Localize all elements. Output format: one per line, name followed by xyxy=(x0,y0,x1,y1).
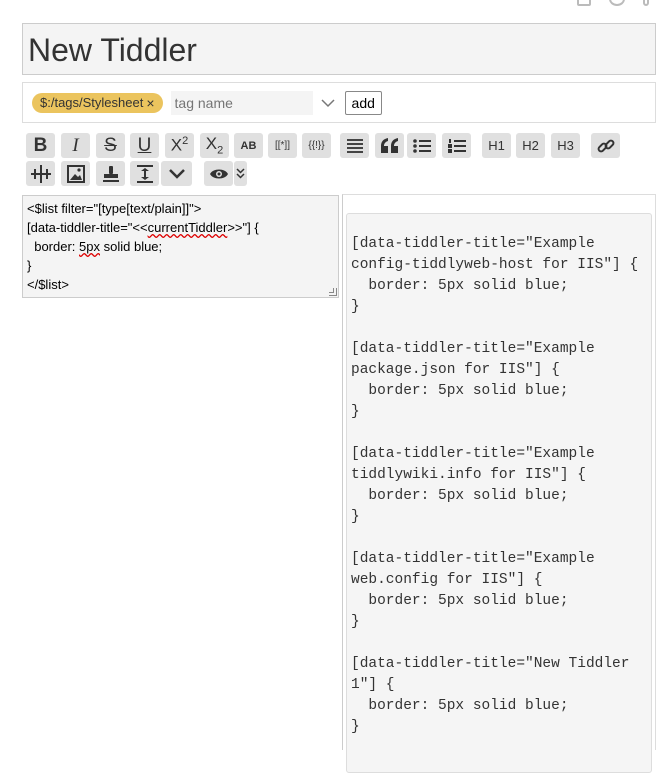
mono-block-icon xyxy=(30,164,51,183)
tag-remove-icon[interactable]: × xyxy=(146,95,154,111)
heading-3-button[interactable]: H3 xyxy=(551,133,580,158)
smallcaps-button[interactable]: AB xyxy=(234,133,263,158)
mono-block-button[interactable] xyxy=(26,161,55,186)
transclude-icon: [[*]] xyxy=(274,140,290,151)
heading-1-button[interactable]: H1 xyxy=(482,133,511,158)
numbered-list-icon xyxy=(447,138,466,153)
bold-button[interactable]: B xyxy=(26,133,55,158)
more-formatting-button[interactable] xyxy=(161,161,192,186)
eye-icon xyxy=(209,169,228,178)
strikethrough-icon: S xyxy=(104,134,117,156)
smallcaps-icon: AB xyxy=(240,139,257,152)
heading-2-icon: H2 xyxy=(522,138,539,153)
superscript-button[interactable]: X2 xyxy=(165,133,194,158)
quote-icon xyxy=(380,137,398,153)
bullet-list-button[interactable] xyxy=(407,133,436,158)
excise-icon xyxy=(346,138,363,153)
italic-icon: I xyxy=(72,134,79,156)
top-toolbar-icons xyxy=(577,0,649,6)
stamp-icon xyxy=(102,165,119,182)
picture-button[interactable] xyxy=(61,161,90,186)
text-editor[interactable]: <$list filter="[type[text/plain]]"> [dat… xyxy=(22,195,339,298)
macro-button[interactable]: {{!}} xyxy=(302,133,331,158)
preview-pane: [data-tiddler-title="Example config-tidd… xyxy=(342,194,656,773)
size-icon xyxy=(136,164,153,183)
spellcheck-word: 5px xyxy=(79,239,100,254)
subscript-icon: X2 xyxy=(205,134,224,157)
more-icon[interactable] xyxy=(643,0,649,6)
tag-dropdown-chevron-icon[interactable] xyxy=(317,95,339,111)
chevron-down-icon xyxy=(168,168,185,179)
spellcheck-word: currentTiddler xyxy=(147,220,228,235)
title-input[interactable]: New Tiddler xyxy=(22,23,656,75)
macro-icon: {{!}} xyxy=(308,140,325,151)
double-chevron-down-icon xyxy=(236,167,245,179)
quote-button[interactable] xyxy=(375,133,404,158)
tag-label: $:/tags/Stylesheet xyxy=(40,94,144,110)
bold-icon: B xyxy=(33,134,48,156)
stamp-button[interactable] xyxy=(96,161,125,186)
transclude-button[interactable]: [[*]] xyxy=(268,133,297,158)
link-icon xyxy=(597,139,614,152)
subscript-button[interactable]: X2 xyxy=(200,133,229,158)
underline-icon: U xyxy=(137,134,152,156)
italic-button[interactable]: I xyxy=(61,133,90,158)
info-icon[interactable] xyxy=(577,0,591,6)
editor-toolbar: B I S U X2 X2 AB [[*]] {{!}} H1 H2 H3 xyxy=(26,133,646,189)
heading-3-icon: H3 xyxy=(557,138,574,153)
preview-toggle-button[interactable] xyxy=(204,161,233,186)
numbered-list-button[interactable] xyxy=(442,133,471,158)
tag-pill[interactable]: $:/tags/Stylesheet × xyxy=(32,92,163,113)
superscript-icon: X2 xyxy=(170,135,189,155)
heading-2-button[interactable]: H2 xyxy=(516,133,545,158)
strikethrough-button[interactable]: S xyxy=(96,133,125,158)
cancel-icon[interactable] xyxy=(609,0,625,6)
size-button[interactable] xyxy=(130,161,159,186)
heading-1-icon: H1 xyxy=(488,138,505,153)
resize-grip-icon[interactable] xyxy=(329,288,337,296)
bullet-list-icon xyxy=(412,138,431,153)
preview-output: [data-tiddler-title="Example config-tidd… xyxy=(346,213,652,773)
excise-button[interactable] xyxy=(340,133,369,158)
picture-icon xyxy=(66,164,85,183)
underline-button[interactable]: U xyxy=(130,133,159,158)
link-button[interactable] xyxy=(591,133,620,158)
preview-type-dropdown[interactable] xyxy=(234,161,247,186)
tags-editor: $:/tags/Stylesheet × add xyxy=(22,82,656,123)
tag-name-input[interactable] xyxy=(170,90,313,115)
add-tag-button[interactable]: add xyxy=(344,90,382,115)
